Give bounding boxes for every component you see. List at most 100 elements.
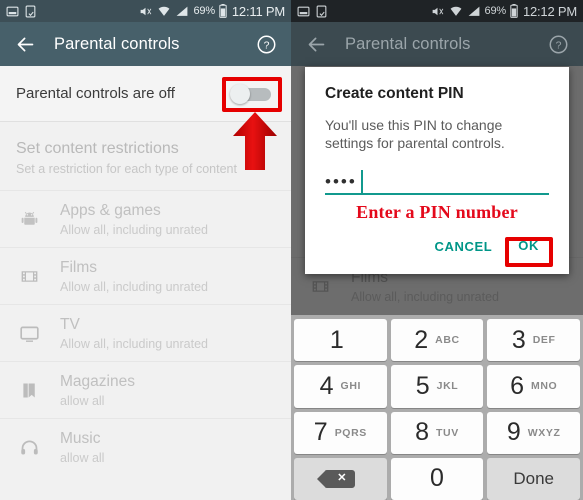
numeric-keypad: 1 2 ABC 3 DEF 4 GHI 5 JKL 6 MNO 7 PQRS 8… (291, 315, 583, 500)
key-letters: GHI (340, 380, 362, 393)
pin-annotation-label: Enter a PIN number (356, 201, 518, 222)
status-bar-right: 69% 12:12 PM (291, 0, 583, 22)
wifi-icon (449, 5, 463, 18)
list-item-subtitle: Allow all, including unrated (60, 279, 209, 294)
key-1[interactable]: 1 (294, 319, 387, 362)
dialog-title: Create content PIN (325, 85, 464, 102)
list-item-title: Magazines (60, 372, 135, 390)
key-number: 6 (510, 371, 524, 400)
red-up-arrow-icon (233, 112, 277, 170)
list-item-subtitle: allow all (60, 450, 105, 465)
vibrate-muted-icon (430, 5, 445, 18)
backspace-x-glyph: ✕ (337, 472, 347, 485)
list-item-text: Magazines allow all (60, 373, 135, 408)
list-item-films[interactable]: Films Allow all, including unrated (0, 247, 291, 304)
cancel-button[interactable]: CANCEL (425, 231, 503, 262)
key-number: 9 (506, 418, 521, 447)
status-system-icons: 69% 12:12 PM (430, 4, 577, 19)
signal-bars-icon (467, 5, 481, 18)
list-item-tv[interactable]: TV Allow all, including unrated (0, 304, 291, 361)
list-item-text: Music allow all (60, 430, 104, 465)
key-7[interactable]: 7 PQRS (294, 411, 387, 454)
signal-bars-icon (175, 5, 189, 18)
list-item-subtitle: Allow all, including unrated (60, 336, 209, 351)
key-letters: WXYZ (527, 426, 561, 439)
battery-icon (219, 4, 227, 18)
help-circle-icon[interactable]: ? (545, 31, 571, 57)
key-letters: MNO (530, 380, 558, 393)
left-screen: 69% 12:11 PM Parental controls ? Parenta… (0, 0, 291, 500)
key-0[interactable]: 0 (390, 457, 484, 500)
key-letters: JKL (436, 380, 459, 393)
help-circle-icon[interactable]: ? (253, 31, 279, 57)
dialog-body-text: You'll use this PIN to change settings f… (325, 117, 505, 152)
battery-percent-label: 69% (193, 5, 215, 17)
book-icon (16, 377, 42, 403)
list-item-title: Music (60, 429, 101, 447)
list-item-magazines[interactable]: Magazines allow all (0, 361, 291, 418)
page-title: Parental controls (54, 34, 180, 53)
pin-input[interactable]: •••• (325, 169, 549, 195)
headphones-icon (16, 434, 42, 460)
list-item-title: Apps & games (60, 201, 161, 219)
key-number: 8 (415, 418, 430, 447)
key-letters: DEF (532, 334, 556, 347)
key-6[interactable]: 6 MNO (487, 365, 581, 408)
key-8[interactable]: 8 TUV (390, 411, 484, 454)
toggle-knob (230, 83, 250, 104)
device-sync-icon (315, 5, 328, 18)
text-caret (361, 169, 363, 194)
list-item-text: Films Allow all, including unrated (60, 259, 208, 294)
screenshot-icon (6, 5, 19, 18)
list-item-title: Films (60, 258, 98, 276)
master-toggle-label: Parental controls are off (16, 85, 175, 102)
list-item-text: TV Allow all, including unrated (60, 316, 208, 351)
backspace-icon: ✕ (317, 469, 356, 488)
pin-masked-value: •••• (325, 171, 357, 191)
key-3[interactable]: 3 DEF (487, 319, 581, 362)
master-toggle-wrap (222, 76, 282, 112)
film-strip-icon (16, 263, 42, 289)
wifi-icon (157, 5, 171, 18)
app-toolbar-right: Parental controls ? (291, 22, 583, 66)
keypad-row: 7 PQRS 8 TUV 9 WXYZ (294, 411, 581, 454)
battery-icon (510, 4, 518, 18)
clock-label: 12:11 PM (231, 3, 285, 19)
battery-percent-label: 69% (484, 5, 507, 17)
key-number: 4 (319, 371, 334, 400)
key-letters: ABC (435, 334, 460, 347)
tv-icon (16, 320, 42, 346)
list-item-apps-games[interactable]: Apps & games Allow all, including unrate… (0, 190, 291, 247)
back-arrow-icon[interactable] (303, 31, 329, 57)
status-system-icons: 69% 12:11 PM (138, 4, 285, 19)
key-5[interactable]: 5 JKL (390, 365, 484, 408)
screenshot-icon (297, 5, 310, 18)
keypad-row: ✕ 0 Done (294, 457, 581, 500)
list-item-title: TV (60, 315, 80, 333)
keypad-row: 4 GHI 5 JKL 6 MNO (294, 365, 581, 408)
key-number: 5 (415, 371, 430, 400)
svg-text:?: ? (555, 39, 561, 51)
key-letters: TUV (436, 426, 459, 439)
key-9[interactable]: 9 WXYZ (487, 411, 581, 454)
ok-button[interactable]: OK (508, 230, 549, 261)
done-key[interactable]: Done (487, 457, 581, 500)
backspace-key[interactable]: ✕ (294, 457, 387, 500)
svg-text:?: ? (263, 39, 269, 51)
list-item-music[interactable]: Music allow all (0, 418, 291, 475)
status-notification-icons (6, 5, 37, 18)
key-4[interactable]: 4 GHI (294, 365, 387, 408)
key-number: 7 (313, 418, 328, 447)
page-title: Parental controls (345, 34, 471, 53)
device-sync-icon (24, 5, 37, 18)
key-number: 0 (430, 464, 444, 493)
ok-button-wrap: OK (505, 237, 554, 268)
key-2[interactable]: 2 ABC (390, 319, 484, 362)
back-arrow-icon[interactable] (12, 31, 38, 57)
parental-controls-toggle[interactable] (229, 83, 275, 105)
status-notification-icons (297, 5, 328, 18)
status-bar-left: 69% 12:11 PM (0, 0, 291, 22)
key-number: 3 (511, 325, 526, 354)
key-number: 2 (414, 325, 429, 354)
done-label: Done (513, 468, 554, 488)
